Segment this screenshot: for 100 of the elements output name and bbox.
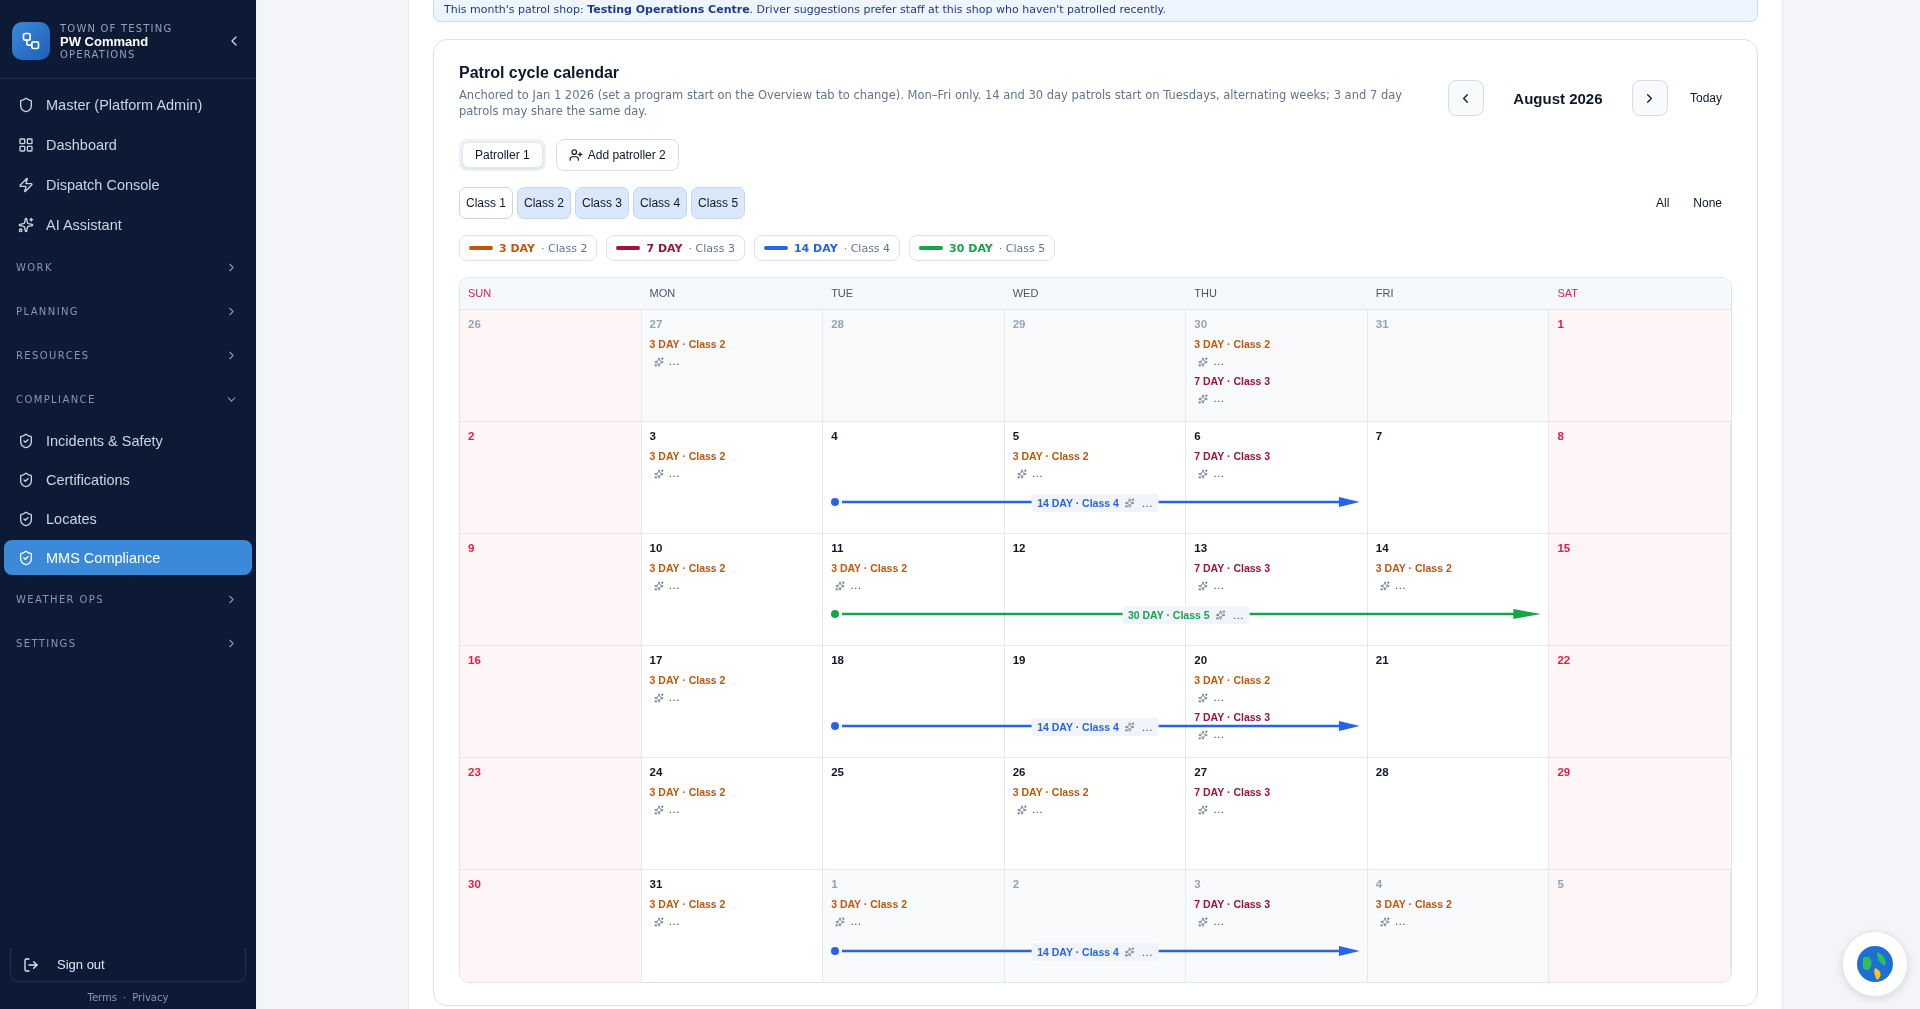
workflow-icon xyxy=(21,31,41,51)
nav-item[interactable]: Dispatch Console xyxy=(4,165,252,205)
assignee-field[interactable]: … xyxy=(1140,721,1154,733)
day-number: 31 xyxy=(1375,318,1389,331)
day-number: 17 xyxy=(649,654,663,667)
day-number: 28 xyxy=(831,318,844,331)
patrol-event[interactable]: 7 DAY · Class 3 xyxy=(1194,898,1271,911)
span-label-chip[interactable]: 14 DAY · Class 4 … xyxy=(1032,494,1159,513)
patrol-event[interactable]: 7 DAY · Class 3 xyxy=(1194,450,1271,463)
assignee-field[interactable]: … xyxy=(667,692,681,704)
patrol-event[interactable]: 3 DAY · Class 2 xyxy=(831,898,908,911)
class-filter-chip[interactable]: Class 4 xyxy=(633,187,688,220)
weekday-header: THU xyxy=(1193,286,1218,302)
patrol-event[interactable]: 7 DAY · Class 3 xyxy=(1194,375,1271,388)
nav-section[interactable]: WORK xyxy=(4,245,252,289)
assignee-field[interactable]: … xyxy=(1212,356,1226,368)
patroller-tab[interactable]: Patroller 1 xyxy=(462,142,543,169)
assignee-field[interactable]: … xyxy=(1030,468,1044,480)
globe-icon xyxy=(1855,944,1895,984)
today-button[interactable]: Today xyxy=(1681,91,1732,105)
class-filter-chip[interactable]: Class 5 xyxy=(691,187,746,220)
assignee-field[interactable]: … xyxy=(667,356,681,368)
assignee-field[interactable]: … xyxy=(1393,916,1407,928)
assignee-field[interactable]: … xyxy=(1212,804,1226,816)
assignee-field[interactable]: … xyxy=(1231,609,1245,621)
nav-section[interactable]: COMPLIANCE xyxy=(4,377,252,421)
nav-item[interactable]: Dashboard xyxy=(4,125,252,165)
assignee-field[interactable]: … xyxy=(1140,497,1154,509)
nav-item[interactable]: AI Assistant xyxy=(4,205,252,245)
sign-out-button[interactable]: Sign out xyxy=(10,948,246,982)
shield-check-icon xyxy=(18,510,34,527)
span-label-chip[interactable]: 14 DAY · Class 4 … xyxy=(1032,943,1159,962)
assignee-field[interactable]: … xyxy=(667,580,681,592)
legend-cycle: 3 DAY xyxy=(499,241,536,255)
assignee-field[interactable]: … xyxy=(667,468,681,480)
class-filter-chip[interactable]: Class 1 xyxy=(459,187,513,220)
sparkles-icon xyxy=(1016,804,1027,815)
assignee-field[interactable]: … xyxy=(1212,580,1226,592)
assignee-field[interactable]: … xyxy=(1212,692,1226,704)
day-number: 29 xyxy=(1012,318,1026,331)
patrol-event[interactable]: 3 DAY · Class 2 xyxy=(649,898,726,911)
nav-section[interactable]: WEATHER OPS xyxy=(4,577,252,621)
select-none-button[interactable]: None xyxy=(1683,196,1732,211)
day-number: 5 xyxy=(1012,430,1020,443)
assignee-field[interactable]: … xyxy=(1030,804,1044,816)
nav-item[interactable]: Incidents & Safety xyxy=(4,421,252,460)
assignee-field[interactable]: … xyxy=(1212,916,1226,928)
span-label-chip[interactable]: 14 DAY · Class 4 … xyxy=(1032,718,1159,737)
assignee-field[interactable]: … xyxy=(1212,468,1226,480)
patrol-event[interactable]: 3 DAY · Class 2 xyxy=(1012,450,1089,463)
footer-link[interactable]: Privacy xyxy=(132,992,169,1003)
assignee-field[interactable]: … xyxy=(1212,393,1226,405)
assignee-field[interactable]: … xyxy=(849,580,863,592)
patrol-event[interactable]: 3 DAY · Class 2 xyxy=(1375,898,1452,911)
weekday-header: TUE xyxy=(830,286,855,302)
select-all-button[interactable]: All xyxy=(1645,196,1680,211)
day-number: 7 xyxy=(1375,430,1383,443)
day-number: 3 xyxy=(649,430,656,443)
assignee-field[interactable]: … xyxy=(1140,946,1154,958)
day-number: 2 xyxy=(468,430,475,443)
patrol-event[interactable]: 3 DAY · Class 2 xyxy=(649,338,726,351)
patrol-event[interactable]: 3 DAY · Class 2 xyxy=(649,674,726,687)
patrol-event[interactable]: 3 DAY · Class 2 xyxy=(1012,786,1089,799)
patrol-event[interactable]: 7 DAY · Class 3 xyxy=(1194,711,1271,724)
assistant-button[interactable] xyxy=(1842,931,1908,997)
class-filter-chip[interactable]: Class 3 xyxy=(575,187,630,220)
patrol-event[interactable]: 7 DAY · Class 3 xyxy=(1194,562,1271,575)
patrol-event[interactable]: 3 DAY · Class 2 xyxy=(649,562,726,575)
day-number: 14 xyxy=(1375,542,1389,555)
legend-cycle: 14 DAY xyxy=(793,241,838,255)
user-plus-icon xyxy=(568,148,583,163)
assignee-field[interactable]: … xyxy=(1393,580,1407,592)
nav-item[interactable]: MMS Compliance xyxy=(4,540,252,575)
patrol-event[interactable]: 7 DAY · Class 3 xyxy=(1194,786,1271,799)
nav-item[interactable]: Certifications xyxy=(4,460,252,499)
patrol-event[interactable]: 3 DAY · Class 2 xyxy=(1375,562,1452,575)
sparkles-icon xyxy=(1124,947,1135,958)
nav-section[interactable]: RESOURCES xyxy=(4,333,252,377)
day-number: 22 xyxy=(1557,654,1571,667)
assignee-field[interactable]: … xyxy=(1212,729,1226,741)
nav-section[interactable]: SETTINGS xyxy=(4,621,252,665)
sparkles-icon xyxy=(835,580,846,591)
assignee-field[interactable]: … xyxy=(667,916,681,928)
nav-item[interactable]: Locates xyxy=(4,499,252,538)
sparkles-icon xyxy=(1215,610,1226,621)
patrol-event[interactable]: 3 DAY · Class 2 xyxy=(649,450,726,463)
patrol-event[interactable]: 3 DAY · Class 2 xyxy=(1194,674,1271,687)
footer-link[interactable]: Terms xyxy=(87,992,117,1003)
patrol-event[interactable]: 3 DAY · Class 2 xyxy=(1194,338,1271,351)
assignee-field[interactable]: … xyxy=(849,916,863,928)
assignee-field[interactable]: … xyxy=(667,804,681,816)
day-number: 16 xyxy=(468,654,481,667)
span-label-chip[interactable]: 30 DAY · Class 5 … xyxy=(1122,606,1250,625)
patrol-event[interactable]: 3 DAY · Class 2 xyxy=(831,562,908,575)
nav-section[interactable]: PLANNING xyxy=(4,289,252,333)
day-number: 8 xyxy=(1557,430,1564,443)
add-patroller-button[interactable]: Add patroller 2 xyxy=(555,139,679,172)
nav-item[interactable]: Master (Platform Admin) xyxy=(4,85,252,125)
patrol-event[interactable]: 3 DAY · Class 2 xyxy=(649,786,726,799)
class-filter-chip[interactable]: Class 2 xyxy=(517,187,572,220)
